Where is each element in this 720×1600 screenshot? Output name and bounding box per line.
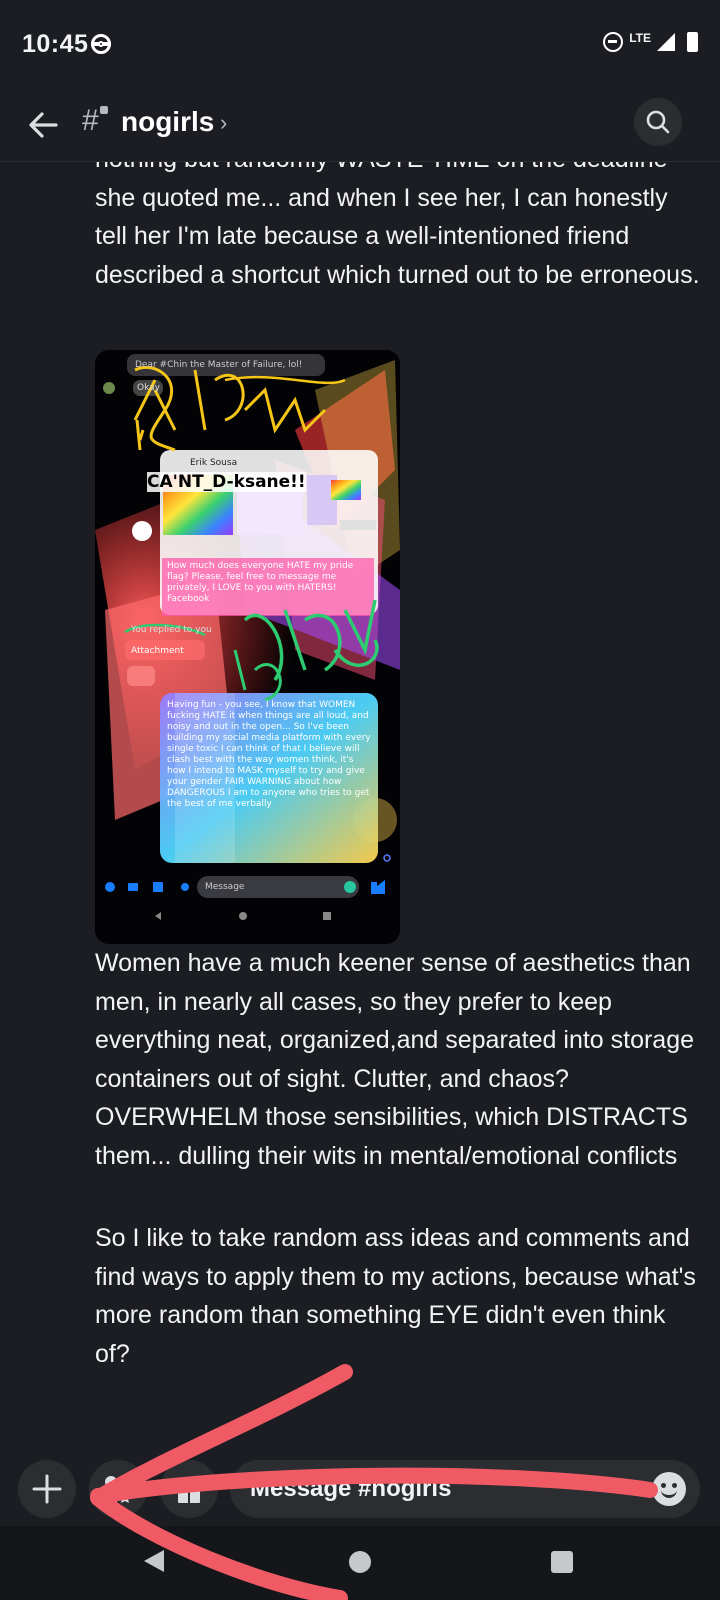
lock-icon [100, 106, 108, 114]
attachment-pride-text: How much does everyone HATE my pride fla… [167, 561, 354, 604]
attachment-reply-label: You replied to you [131, 625, 212, 635]
message-text: So I like to take random ass ideas and c… [95, 1224, 696, 1368]
attachment-sender: Erik Sousa [190, 458, 238, 468]
dnd-icon [603, 32, 624, 52]
message-text: nothing but randomly WASTE TIME on the d… [95, 162, 700, 289]
message-input-placeholder: Message #nogirls [250, 1475, 452, 1502]
apps-icon [105, 1475, 132, 1503]
message-text: Women have a much keener sense of aesthe… [95, 949, 695, 1170]
system-nav-bar [0, 1526, 720, 1600]
gift-icon [176, 1482, 202, 1503]
search-icon [646, 110, 670, 134]
attachment-overlay-caption: CA'NT_D-ksane!! [147, 472, 306, 492]
message-composer: Message #nogirls [0, 1416, 720, 1526]
nav-recents-icon[interactable] [551, 1551, 573, 1573]
nav-home-icon[interactable] [349, 1551, 371, 1573]
status-bar: 10:45 LTE [0, 0, 720, 90]
locked-hash-icon: # [82, 104, 99, 137]
search-button[interactable] [634, 98, 682, 146]
channel-name[interactable]: nogirls [121, 106, 214, 138]
message-list[interactable]: nothing but randomly WASTE TIME on the d… [0, 162, 720, 1416]
pokeball-icon [91, 34, 111, 54]
add-attachment-button[interactable] [18, 1460, 76, 1518]
gift-button[interactable] [160, 1460, 218, 1518]
channel-header: # nogirls › [0, 90, 720, 162]
apps-button[interactable] [89, 1460, 147, 1518]
attachment-input-placeholder: Message [205, 882, 245, 892]
battery-icon [687, 32, 698, 52]
message-input[interactable]: Message #nogirls [230, 1460, 700, 1518]
attachment-top-bubble-2: Okay [137, 383, 160, 393]
attachment-top-bubble: Dear #Chin the Master of Failure, lol! [135, 360, 303, 370]
emoji-icon[interactable] [652, 1472, 686, 1506]
attachment-label: Attachment [131, 646, 184, 656]
status-icons: LTE [603, 31, 698, 52]
plus-icon [32, 1474, 62, 1504]
chevron-right-icon[interactable]: › [220, 110, 227, 136]
image-attachment[interactable]: Dear #Chin the Master of Failure, lol! O… [95, 350, 400, 944]
arrow-left-icon[interactable] [26, 108, 60, 142]
network-type: LTE [629, 31, 651, 45]
nav-back-icon[interactable] [144, 1550, 164, 1572]
attachment-long-text: Having fun - you see, I know that WOMEN … [167, 700, 371, 809]
signal-icon [657, 33, 675, 51]
status-time: 10:45 [22, 30, 89, 58]
